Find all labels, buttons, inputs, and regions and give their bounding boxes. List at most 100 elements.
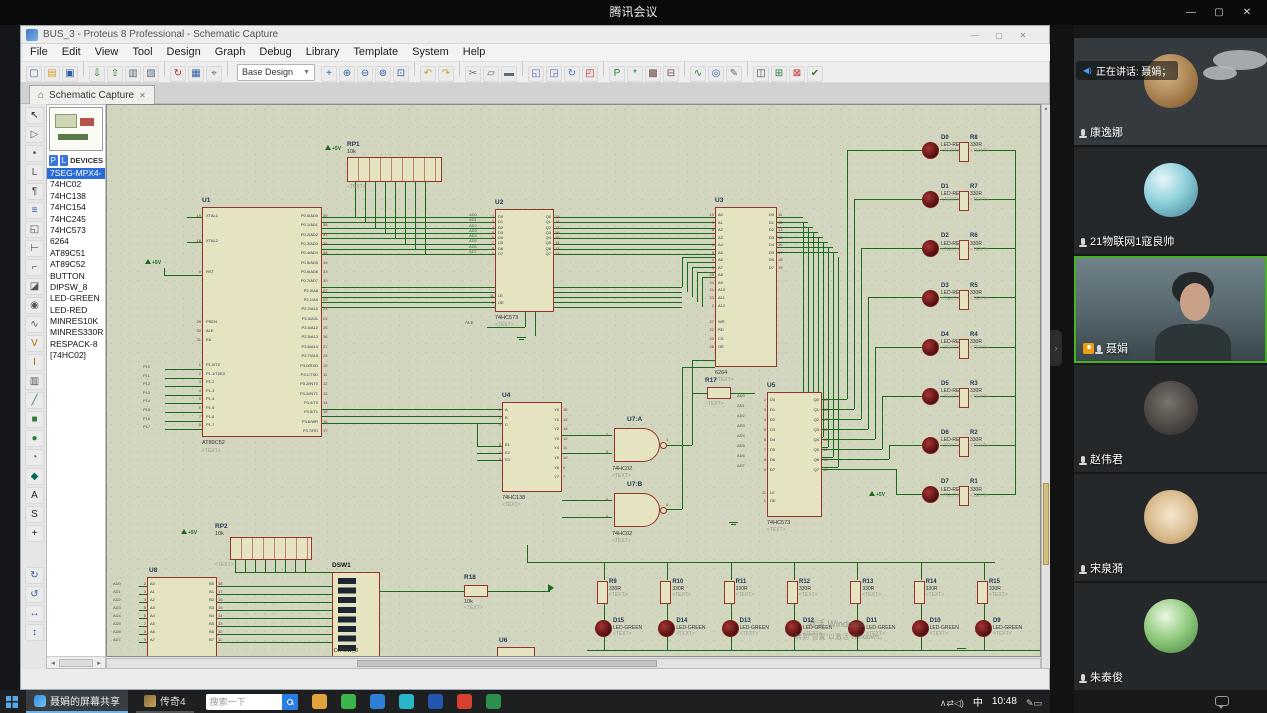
- minimize-icon[interactable]: —: [1177, 0, 1205, 25]
- component-u2[interactable]: D0D1D2D3D4D5D6D7 Q0Q1Q2Q3Q4Q5Q6Q7 LEOE 2…: [495, 209, 554, 312]
- menu-item[interactable]: System: [405, 44, 456, 61]
- sidebar-collapse-handle[interactable]: ›: [1050, 330, 1062, 366]
- false-origin-icon[interactable]: ⌖: [206, 66, 222, 82]
- device-list-item[interactable]: LED-GREEN: [47, 293, 105, 304]
- device-list-item[interactable]: 74HC138: [47, 191, 105, 202]
- device-list-item[interactable]: RESPACK-8: [47, 339, 105, 350]
- 2d-circle-mode-icon[interactable]: ●: [25, 430, 44, 447]
- app-browser-icon[interactable]: [370, 694, 385, 709]
- resistor[interactable]: R4330R<TEXT>: [957, 332, 1002, 374]
- tray-volume-icon[interactable]: ◁): [954, 698, 964, 709]
- copy-icon[interactable]: ▱: [483, 66, 499, 82]
- decompose-icon[interactable]: ⊟: [663, 66, 679, 82]
- design-combo[interactable]: Base Design▼: [237, 64, 315, 81]
- menu-item[interactable]: Library: [299, 44, 347, 61]
- resistor[interactable]: R9330R<TEXT>: [595, 579, 651, 619]
- 2d-arc-mode-icon[interactable]: ◔: [25, 449, 44, 466]
- close-icon[interactable]: ✕: [1233, 0, 1261, 25]
- app-green-icon[interactable]: [486, 694, 501, 709]
- participant-tile[interactable]: 朱泰俊: [1074, 583, 1267, 690]
- search-tag-icon[interactable]: ◎: [708, 66, 724, 82]
- resistor[interactable]: R7330R<TEXT>: [957, 184, 1002, 226]
- taskbar-search[interactable]: 搜索一下: [206, 694, 298, 710]
- 2d-symbol-mode-icon[interactable]: S: [25, 506, 44, 523]
- schematic-canvas[interactable]: RP1 10k <TEXT> XTAL1XTAL2 RST PSENALEEA …: [106, 104, 1041, 657]
- menu-item[interactable]: Template: [346, 44, 405, 61]
- cut-icon[interactable]: ✂: [465, 66, 481, 82]
- device-list-item[interactable]: [74HC02]: [47, 350, 105, 361]
- wire-autorouter-icon[interactable]: ∿: [690, 66, 706, 82]
- participant-tile[interactable]: 康逸娜: [1074, 38, 1267, 145]
- packaging-tool-icon[interactable]: ▩: [645, 66, 661, 82]
- resistor[interactable]: R3330R<TEXT>: [957, 381, 1002, 423]
- terminal-mode-icon[interactable]: ⊢: [25, 240, 44, 257]
- junction-dot-mode-icon[interactable]: •: [25, 145, 44, 162]
- component-u4[interactable]: ABC E1E2E3 Y0Y1Y2Y3Y4Y5Y6Y7 123 645 1514…: [502, 402, 562, 492]
- resistor[interactable]: R8330R<TEXT>: [957, 135, 1002, 177]
- block-rotate-icon[interactable]: ↻: [564, 66, 580, 82]
- device-list-item[interactable]: 7SEG-MPX4-: [47, 168, 105, 179]
- zoom-all-icon[interactable]: ⊚: [375, 66, 391, 82]
- scroll-track[interactable]: [59, 659, 93, 667]
- toggle-grid-icon[interactable]: ▦: [188, 66, 204, 82]
- led[interactable]: D13LED-GREEN<TEXT>: [722, 618, 778, 652]
- paste-icon[interactable]: ▬: [501, 66, 517, 82]
- zoom-in-icon[interactable]: ⊕: [339, 66, 355, 82]
- y-mirror-icon[interactable]: ↕: [25, 624, 44, 641]
- generator-mode-icon[interactable]: ∿: [25, 316, 44, 333]
- window-close-icon[interactable]: ✕: [1011, 26, 1035, 44]
- open-folder-icon[interactable]: ▤: [44, 66, 60, 82]
- current-probe-mode-icon[interactable]: I: [25, 354, 44, 371]
- block-move-icon[interactable]: ◲: [546, 66, 562, 82]
- device-pin-mode-icon[interactable]: ⌐: [25, 259, 44, 276]
- resistor[interactable]: R14330R<TEXT>: [912, 579, 968, 619]
- menu-item[interactable]: Tool: [125, 44, 159, 61]
- resistor[interactable]: R6330R<TEXT>: [957, 233, 1002, 275]
- led[interactable]: D10LED-GREEN<TEXT>: [912, 618, 968, 652]
- wire-label-mode-icon[interactable]: L: [25, 164, 44, 181]
- component-u3[interactable]: A0A1A2A3A4A5A6A7A8A9A10A11A12 WRRDCSOE D…: [715, 207, 777, 367]
- device-list-item[interactable]: AT89C51: [47, 248, 105, 259]
- refresh-icon[interactable]: ↻: [170, 66, 186, 82]
- resistor[interactable]: R11330R<TEXT>: [722, 579, 778, 619]
- scroll-right-icon[interactable]: ▸: [93, 659, 105, 667]
- device-list-item[interactable]: MINRES330R: [47, 327, 105, 338]
- windows-start-icon[interactable]: [6, 696, 18, 708]
- menu-item[interactable]: File: [23, 44, 55, 61]
- participant-tile[interactable]: 宋泉漪: [1074, 474, 1267, 581]
- library-button[interactable]: L: [60, 155, 69, 166]
- tape-recorder-mode-icon[interactable]: ◉: [25, 297, 44, 314]
- block-delete-icon[interactable]: ◰: [582, 66, 598, 82]
- component-u1[interactable]: XTAL1XTAL2 RST PSENALEEA P1.0/T2P1.1/T2E…: [202, 207, 322, 437]
- rotate-clockwise-icon[interactable]: ↻: [25, 567, 44, 584]
- chat-bubble-icon[interactable]: [1215, 696, 1229, 706]
- print-icon[interactable]: ▥: [125, 66, 141, 82]
- device-list-item[interactable]: BUTTON: [47, 271, 105, 282]
- taskbar-clock[interactable]: 10:48: [992, 696, 1017, 707]
- menu-item[interactable]: Help: [456, 44, 493, 61]
- resistor[interactable]: R10330R<TEXT>: [658, 579, 714, 619]
- tray-ink-icon[interactable]: ✎: [1026, 698, 1034, 709]
- subcircuit-mode-icon[interactable]: ◱: [25, 221, 44, 238]
- center-at-cursor-icon[interactable]: +: [321, 66, 337, 82]
- component-dsw1[interactable]: [332, 572, 380, 657]
- participant-tile[interactable]: 21物联网1寇良帅: [1074, 147, 1267, 254]
- tray-action-center-icon[interactable]: ▭: [1033, 698, 1042, 709]
- resistor[interactable]: R1330R<TEXT>: [957, 479, 1002, 521]
- menu-item[interactable]: Design: [160, 44, 208, 61]
- rotate-anticlockwise-icon[interactable]: ↺: [25, 586, 44, 603]
- menu-item[interactable]: Edit: [55, 44, 88, 61]
- menu-item[interactable]: Debug: [252, 44, 298, 61]
- 2d-path-mode-icon[interactable]: ◆: [25, 468, 44, 485]
- resistor[interactable]: R13330R<TEXT>: [848, 579, 904, 619]
- led[interactable]: D9LED-GREEN<TEXT>: [975, 618, 1031, 652]
- participant-tile[interactable]: 赵伟君: [1074, 365, 1267, 472]
- component-r17[interactable]: [707, 387, 731, 399]
- 2d-box-mode-icon[interactable]: ■: [25, 411, 44, 428]
- device-list-item[interactable]: 6264: [47, 236, 105, 247]
- app-teal-icon[interactable]: [399, 694, 414, 709]
- scroll-thumb[interactable]: [357, 660, 657, 667]
- device-list-item[interactable]: LED-RED: [47, 305, 105, 316]
- device-list-item[interactable]: DIPSW_8: [47, 282, 105, 293]
- component-u5[interactable]: D0D1D2D3D4D5D6D7 Q0Q1Q2Q3Q4Q5Q6Q7 LEOE 2…: [767, 392, 822, 517]
